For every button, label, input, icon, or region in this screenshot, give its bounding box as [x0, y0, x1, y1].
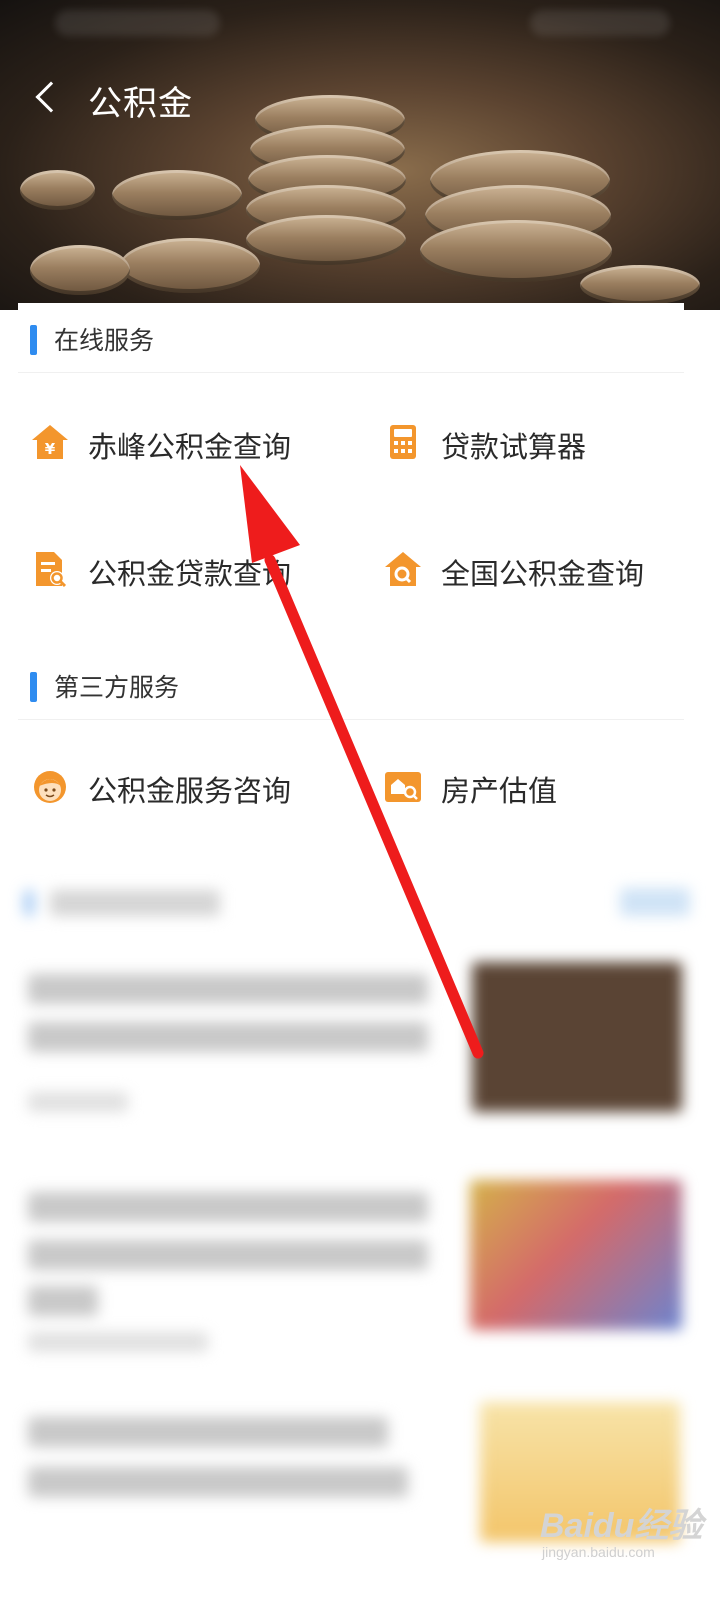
service-label: 公积金贷款查询	[88, 559, 292, 591]
service-label: 全国公积金查询	[441, 559, 645, 591]
service-item-fund-consultation[interactable]: 公积金服务咨询	[18, 742, 348, 832]
section-header: 第三方服务	[18, 650, 684, 720]
online-services-card: 在线服务 ¥ 赤峰公积金查询 贷款试算器 公积金贷款查询 全国公积金查询	[18, 303, 684, 633]
chevron-left-icon	[35, 81, 67, 113]
service-item-property-valuation[interactable]: 房产估值	[371, 742, 701, 832]
section-title: 在线服务	[54, 327, 155, 355]
back-button[interactable]	[28, 76, 68, 120]
document-search-icon	[36, 552, 67, 588]
svg-text:¥: ¥	[45, 440, 56, 458]
service-item-loan-calculator[interactable]: 贷款试算器	[371, 398, 701, 488]
news-title-line	[28, 1467, 408, 1497]
house-search-icon	[385, 552, 421, 586]
service-item-national-fund-query[interactable]: 全国公积金查询	[371, 525, 701, 615]
news-thumbnail	[472, 962, 682, 1112]
property-search-icon	[385, 772, 421, 802]
news-accent-bar	[24, 890, 34, 916]
news-more-link	[620, 888, 690, 916]
baidu-jingyan-watermark: Baidu经验 jingyan.baidu.com	[540, 1494, 710, 1574]
status-bar	[0, 0, 720, 50]
news-meta	[28, 1092, 128, 1112]
news-thumbnail	[470, 1180, 682, 1330]
news-title-line	[28, 1240, 428, 1270]
section-title: 第三方服务	[54, 674, 180, 702]
status-bar-right	[530, 10, 670, 36]
header-banner: 公积金	[0, 0, 720, 310]
service-label: 房产估值	[441, 776, 558, 808]
service-item-fund-loan-query[interactable]: 公积金贷款查询	[18, 525, 348, 615]
news-feed-blurred	[0, 862, 720, 1600]
page-title: 公积金	[88, 85, 193, 123]
section-header: 在线服务	[18, 303, 684, 373]
news-title-line	[28, 1192, 428, 1222]
news-title-line	[28, 1022, 428, 1052]
service-item-chifeng-fund-query[interactable]: ¥ 赤峰公积金查询	[18, 398, 348, 488]
calculator-icon	[390, 425, 416, 459]
third-party-services-card: 第三方服务 公积金服务咨询 房产估值	[18, 650, 684, 850]
news-title-line	[28, 974, 428, 1004]
service-label: 公积金服务咨询	[88, 776, 292, 808]
watermark-logo: Baidu经验	[540, 1507, 703, 1545]
section-accent-bar	[30, 672, 37, 702]
news-title-line	[28, 1286, 98, 1316]
news-meta	[28, 1332, 208, 1352]
watermark-url: jingyan.baidu.com	[542, 1544, 655, 1560]
service-label: 赤峰公积金查询	[88, 432, 292, 464]
customer-service-icon	[34, 771, 66, 803]
section-accent-bar	[30, 325, 37, 355]
house-yuan-icon: ¥	[32, 425, 68, 459]
service-label: 贷款试算器	[441, 432, 587, 464]
status-bar-left	[55, 10, 220, 36]
news-section-title	[50, 890, 220, 916]
news-title-line	[28, 1417, 388, 1447]
